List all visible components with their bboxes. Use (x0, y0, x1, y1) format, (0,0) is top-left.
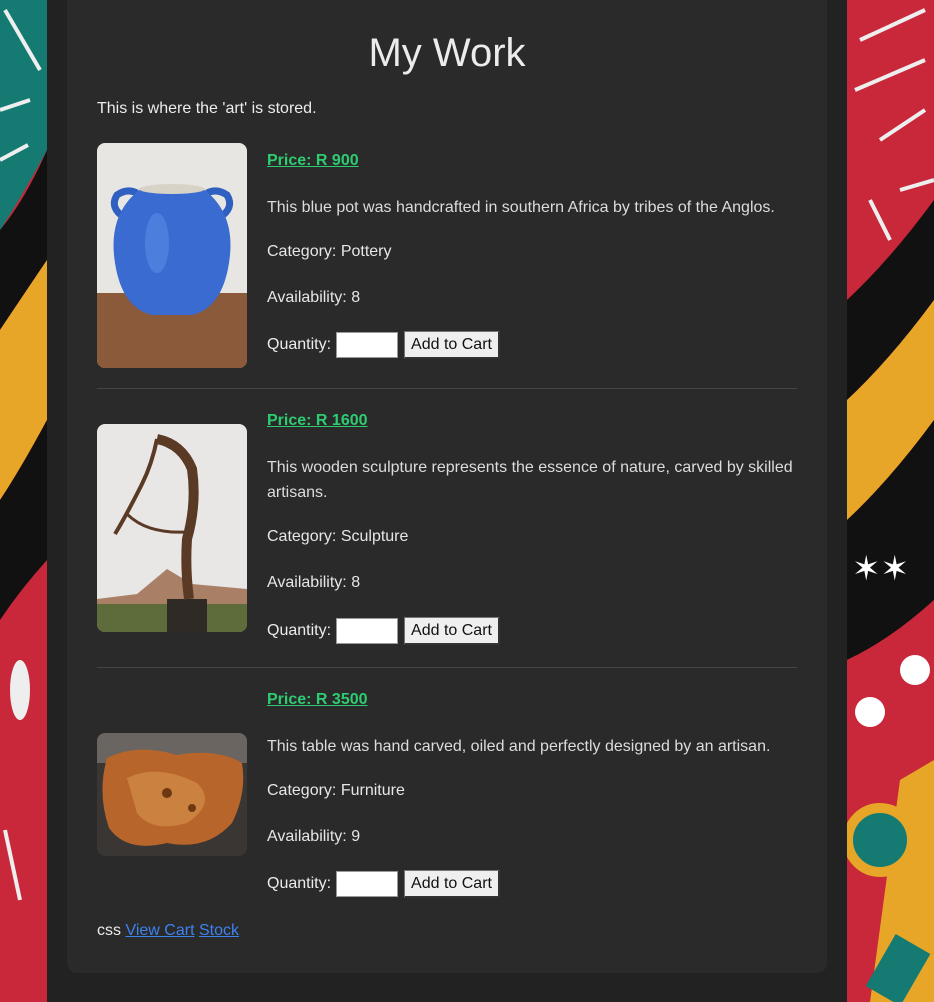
add-to-cart-button[interactable]: Add to Cart (404, 331, 500, 359)
svg-text:✶✶: ✶✶ (852, 549, 909, 589)
product-price-link[interactable]: Price: R 3500 (267, 690, 368, 710)
product-availability: Availability: 9 (267, 828, 361, 845)
quantity-input[interactable] (336, 871, 399, 897)
quantity-input[interactable] (336, 332, 399, 358)
product-price-link[interactable]: Price: R 1600 (267, 411, 368, 431)
divider (97, 667, 797, 668)
add-to-cart-button[interactable]: Add to Cart (404, 617, 500, 645)
quantity-row: Quantity: Add to Cart (267, 616, 500, 646)
page-title: My Work (368, 31, 526, 75)
quantity-row: Quantity: Add to Cart (267, 869, 500, 899)
product-category: Category: Furniture (267, 782, 405, 799)
quantity-label: Quantity: (267, 875, 332, 892)
product-description: This blue pot was handcrafted in souther… (267, 199, 775, 216)
wooden-sculpture-image (97, 424, 247, 632)
wooden-table-image (97, 733, 247, 856)
product-category: Category: Sculpture (267, 528, 409, 545)
footer: css View Cart Stock (97, 921, 239, 941)
product-price-link[interactable]: Price: R 900 (267, 151, 359, 171)
add-to-cart-button[interactable]: Add to Cart (404, 870, 500, 898)
intro-text: This is where the 'art' is stored. (97, 100, 317, 117)
product-card: Price: R 1600 This wooden sculpture repr… (97, 403, 797, 653)
divider (97, 388, 797, 389)
blue-pot-image (97, 143, 247, 368)
view-cart-link[interactable]: View Cart (125, 922, 194, 939)
product-description: This wooden sculpture represents the ess… (267, 459, 793, 501)
product-card: Price: R 3500 This table was hand carved… (97, 682, 797, 907)
product-card: Price: R 900 This blue pot was handcraft… (97, 143, 797, 373)
product-description: This table was hand carved, oiled and pe… (267, 738, 771, 755)
quantity-row: Quantity: Add to Cart (267, 330, 500, 360)
quantity-label: Quantity: (267, 336, 332, 353)
footer-css-text: css (97, 922, 121, 939)
product-availability: Availability: 8 (267, 289, 361, 306)
product-availability: Availability: 8 (267, 574, 361, 591)
product-category: Category: Pottery (267, 243, 392, 260)
stock-link[interactable]: Stock (199, 922, 239, 939)
quantity-input[interactable] (336, 618, 399, 644)
quantity-label: Quantity: (267, 622, 332, 639)
